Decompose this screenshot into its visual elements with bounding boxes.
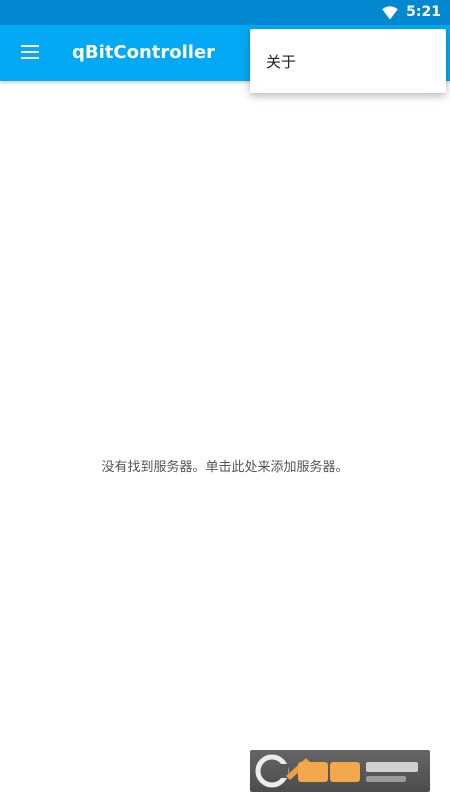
status-time: 5:21 bbox=[406, 4, 441, 20]
wifi-icon bbox=[382, 5, 398, 20]
status-bar: 5:21 bbox=[0, 0, 450, 25]
empty-state-message[interactable]: 没有找到服务器。单击此处来添加服务器。 bbox=[0, 458, 450, 478]
navigation-drawer-button[interactable] bbox=[12, 35, 48, 71]
overflow-menu: 关于 bbox=[250, 29, 446, 93]
hamburger-menu-icon bbox=[21, 44, 39, 63]
menu-item-about[interactable]: 关于 bbox=[250, 37, 446, 85]
watermark-logo bbox=[250, 750, 430, 792]
app-title: qBitController bbox=[72, 42, 216, 63]
